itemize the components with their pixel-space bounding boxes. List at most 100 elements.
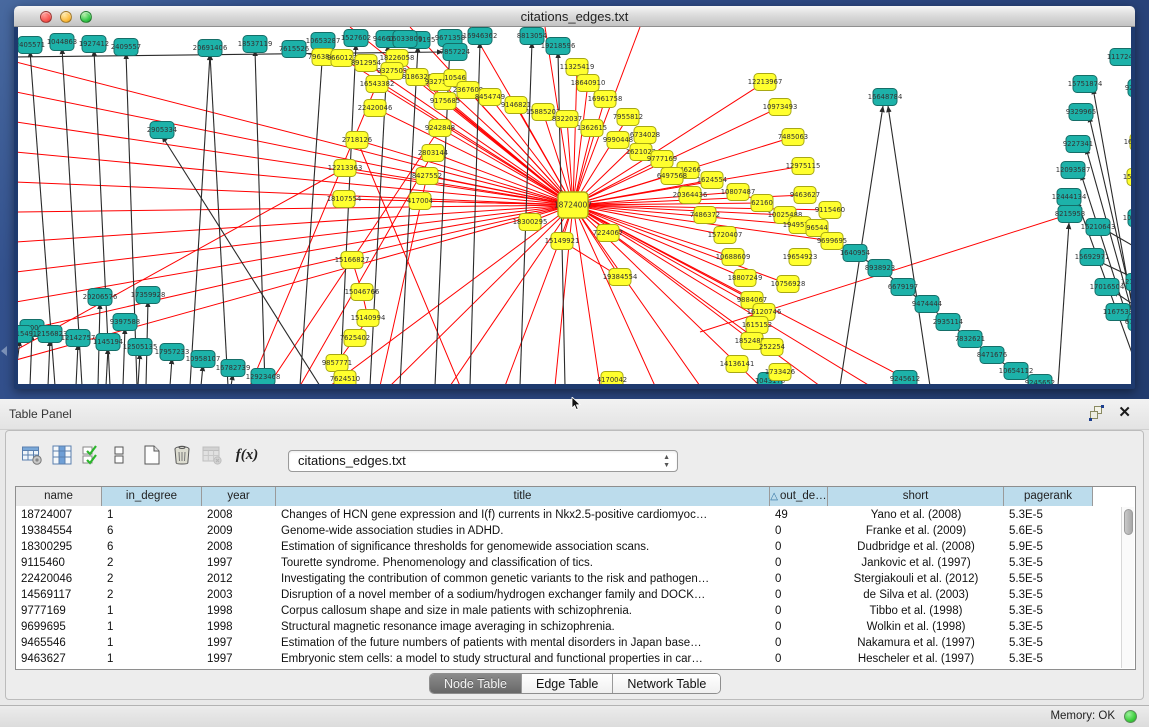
table-row[interactable]: 946362711997Embryonic stem cells: a mode… (16, 651, 1135, 667)
table-row[interactable]: 1938455462009Genome-wide association stu… (16, 523, 1135, 539)
graph-edge[interactable] (18, 168, 345, 350)
row-check-icon[interactable] (79, 443, 103, 467)
column-header-year[interactable]: year (202, 487, 276, 506)
mouse-cursor-icon (571, 397, 583, 411)
graph-edge[interactable] (138, 353, 140, 384)
close-panel-icon[interactable]: ✕ (1118, 406, 1131, 420)
graph-edge[interactable] (106, 348, 108, 384)
tab-network-table[interactable]: Network Table (613, 674, 720, 693)
tab-node-table[interactable]: Node Table (430, 674, 522, 693)
graph-node-label: 252254 (759, 343, 785, 351)
graph-node-label: 17957233 (155, 348, 190, 356)
graph-node-label: 2905334 (147, 126, 177, 134)
graph-edge[interactable] (450, 205, 573, 384)
table-scrollbar-thumb[interactable] (1124, 509, 1133, 535)
column-header-pagerank[interactable]: pagerank (1004, 487, 1093, 506)
table-toolbar: f(x) citations_edges.txt ▲▼ (6, 431, 1143, 481)
table-cell: 2008 (202, 539, 276, 555)
panel-collapse-handle-icon[interactable] (1, 346, 7, 356)
graph-edge[interactable] (210, 54, 228, 384)
graph-node-label: 417004 (407, 197, 433, 205)
network-view[interactable]: 2405571104486319274122409557206914061853… (18, 27, 1131, 384)
memory-status-indicator[interactable] (1124, 710, 1137, 723)
network-window[interactable]: citations_edges.txt 24055711044863192741… (14, 6, 1135, 389)
graph-node-label: 7625402 (340, 334, 370, 342)
table-cell: 2008 (202, 507, 276, 523)
new-column-icon[interactable] (140, 443, 164, 467)
rows-icon[interactable] (107, 443, 131, 467)
table-row[interactable]: 946554611997Estimation of the future num… (16, 635, 1135, 651)
table-cell: Disruption of a novel member of a sodium… (276, 587, 770, 603)
float-panel-icon[interactable] (1090, 406, 1104, 420)
table-panel-title: Table Panel (9, 407, 72, 421)
graph-node-label: 6679197 (888, 283, 918, 291)
table-row[interactable]: 977716911998Corpus callosum shape and si… (16, 603, 1135, 619)
delete-column-icon[interactable] (170, 443, 194, 467)
graph-node-label: 1593581 (1123, 173, 1131, 181)
graph-node-label: 62160 (751, 199, 773, 207)
graph-node-label: 1145194 (93, 338, 123, 346)
graph-edge[interactable] (18, 340, 20, 384)
graph-edge[interactable] (76, 344, 78, 384)
table-row[interactable]: 911546021997Tourette syndrome. Phenomeno… (16, 555, 1135, 571)
table-row[interactable]: 969969511998Structural magnetic resonanc… (16, 619, 1135, 635)
graph-node-label: 18537119 (238, 40, 273, 48)
table-cell: 5.3E-5 (1004, 587, 1093, 603)
graph-edge[interactable] (1058, 223, 1069, 384)
graph-node-label: 7832621 (955, 335, 985, 343)
graph-node-label: 1362615 (577, 124, 607, 132)
graph-edge[interactable] (126, 53, 137, 384)
table-options-icon[interactable] (20, 443, 44, 467)
graph-edge[interactable] (48, 340, 50, 384)
graph-edge[interactable] (18, 62, 573, 205)
graph-node-label: 12505135 (123, 343, 158, 351)
function-builder-icon[interactable]: f(x) (232, 443, 262, 467)
table-row[interactable]: 1456911722003Disruption of a novel membe… (16, 587, 1135, 603)
graph-edge[interactable] (18, 205, 573, 332)
table-row[interactable]: 1872400712008Changes of HCN gene express… (16, 507, 1135, 523)
graph-node-label: 12142757 (61, 334, 96, 342)
table-cell: 1 (102, 507, 202, 523)
network-canvas[interactable]: 2405571104486319274122409557206914061853… (18, 27, 1131, 384)
graph-node-label: 15166827 (335, 256, 370, 264)
column-header-title[interactable]: title (276, 487, 770, 506)
table-cell: 9465546 (16, 635, 102, 651)
graph-edge[interactable] (123, 328, 125, 384)
graph-edge[interactable] (300, 153, 433, 384)
graph-node-label: 16439920 (1124, 138, 1131, 146)
column-header-in_degree[interactable]: in_degree (102, 487, 202, 506)
graph-node-label: 19218596 (541, 42, 576, 50)
graph-edge[interactable] (440, 128, 573, 205)
graph-edge[interactable] (888, 106, 930, 384)
column-header-short[interactable]: short (828, 487, 1004, 506)
column-header-name[interactable]: name (16, 487, 102, 506)
table-cell: Tibbo et al. (1998) (828, 603, 1004, 619)
table-cell: Corpus callosum shape and size in male p… (276, 603, 770, 619)
table-select-dropdown[interactable]: citations_edges.txt ▲▼ (288, 450, 678, 472)
graph-node-label: 16648784 (868, 93, 903, 101)
column-visibility-icon[interactable] (50, 443, 74, 467)
table-row[interactable]: 1830029562008Estimation of significance … (16, 539, 1135, 555)
graph-edge[interactable] (573, 67, 577, 205)
graph-edge[interactable] (377, 84, 573, 205)
graph-edge[interactable] (18, 92, 573, 205)
graph-edge[interactable] (190, 54, 210, 384)
column-header-out_de[interactable]: △out_de… (770, 487, 828, 506)
graph-node-label: 20364436 (673, 191, 708, 199)
graph-node-label: 12213363 (328, 164, 363, 172)
graph-node-label: 8938923 (865, 264, 895, 272)
table-scrollbar[interactable] (1121, 507, 1134, 668)
graph-edge[interactable] (370, 45, 388, 384)
graph-edge[interactable] (18, 205, 573, 272)
table-cell: 5.3E-5 (1004, 603, 1093, 619)
graph-edge[interactable] (170, 358, 172, 384)
network-window-titlebar[interactable]: citations_edges.txt (14, 6, 1135, 27)
table-cell: 0 (770, 555, 828, 571)
graph-node-label: 15692971 (1075, 253, 1110, 261)
table-cell: 9699695 (16, 619, 102, 635)
table-row[interactable]: 2242004622012Investigating the contribut… (16, 571, 1135, 587)
table-cell: 0 (770, 603, 828, 619)
graph-edge[interactable] (300, 47, 323, 384)
window-title: citations_edges.txt (14, 9, 1135, 24)
tab-edge-table[interactable]: Edge Table (522, 674, 613, 693)
